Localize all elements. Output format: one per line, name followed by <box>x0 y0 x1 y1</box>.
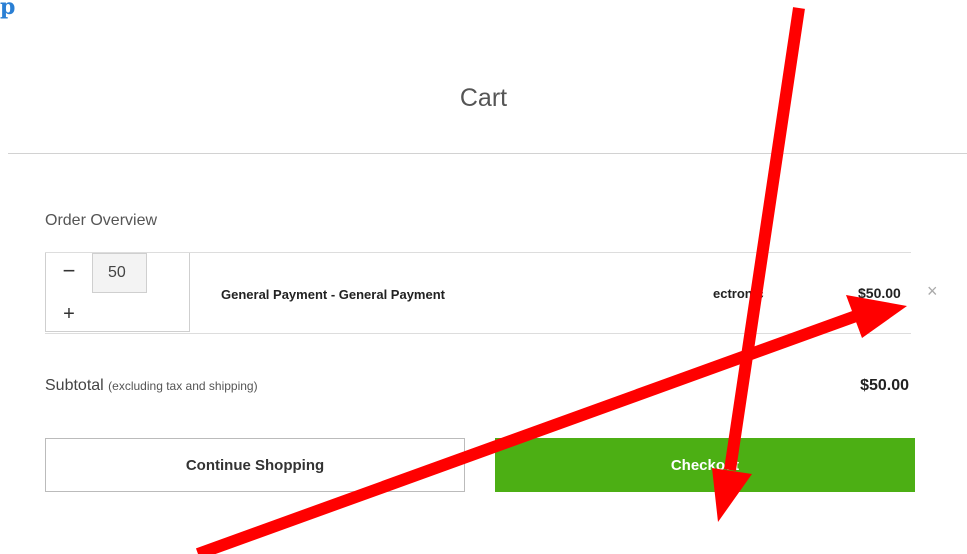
continue-shopping-button[interactable]: Continue Shopping <box>45 438 465 492</box>
subtotal-label: Subtotal (excluding tax and shipping) <box>45 377 258 395</box>
cart-item-row: − + General Payment - General Payment ec… <box>45 252 938 334</box>
item-price: $50.00 <box>858 285 901 301</box>
order-overview-heading: Order Overview <box>45 212 158 229</box>
subtotal-value: $50.00 <box>860 377 909 394</box>
cart-page: p Cart Order Overview − + General Paymen… <box>0 0 967 554</box>
quantity-stepper: − + <box>45 253 190 332</box>
page-title: Cart <box>459 84 508 112</box>
item-name: General Payment - General Payment <box>221 287 445 302</box>
increase-quantity-button[interactable]: + <box>46 297 92 331</box>
close-icon[interactable]: × <box>927 281 938 302</box>
checkout-button[interactable]: Checkout <box>495 438 915 492</box>
quantity-input[interactable] <box>92 253 147 293</box>
decrease-quantity-button[interactable]: − <box>46 253 92 293</box>
corner-glyph: p <box>0 0 16 20</box>
subtotal-label-text: Subtotal <box>45 377 104 394</box>
item-type: ectronic <box>713 286 764 301</box>
subtotal-note: (excluding tax and shipping) <box>108 379 258 393</box>
header-divider <box>8 153 967 154</box>
